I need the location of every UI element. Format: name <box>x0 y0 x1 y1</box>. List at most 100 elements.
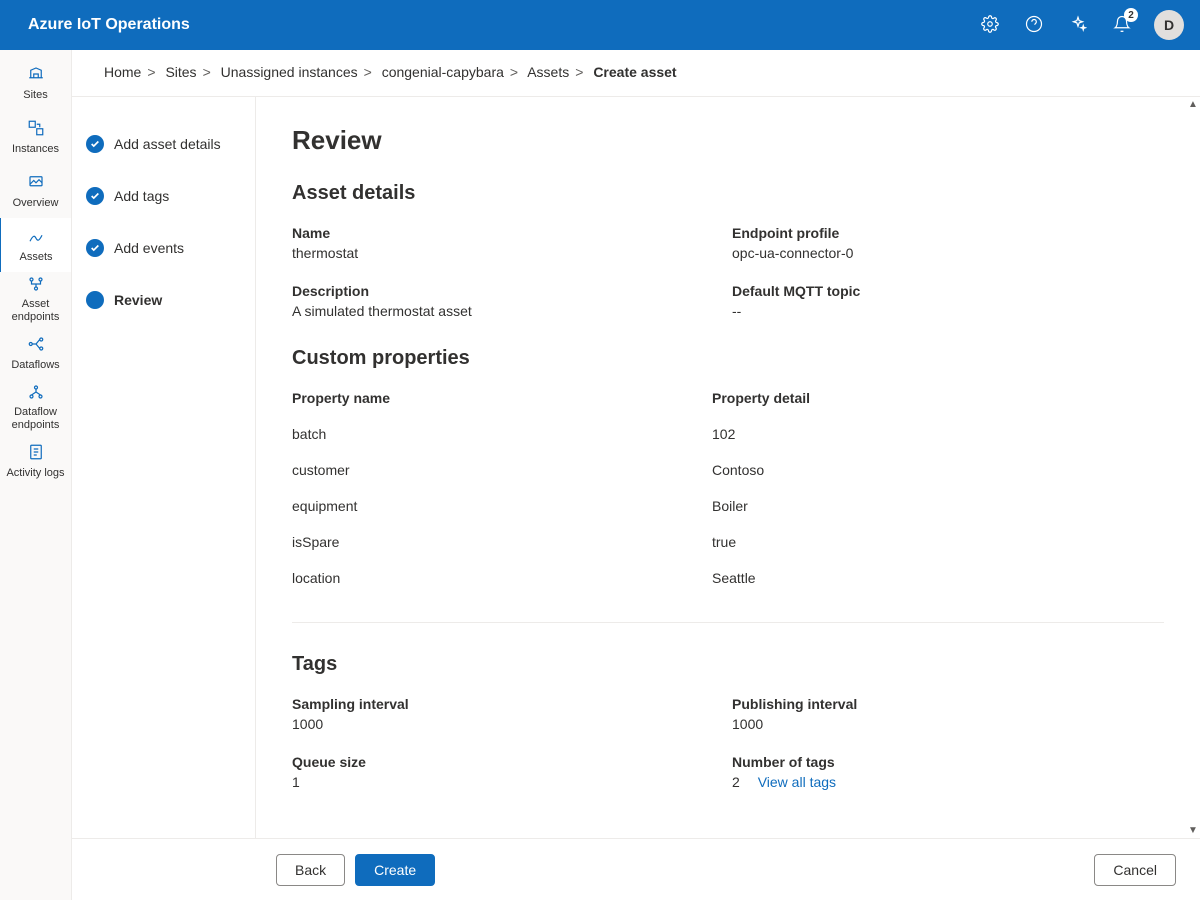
prop-row: customer Contoso <box>292 462 1164 478</box>
nav-label: Instances <box>12 143 59 155</box>
value-description: A simulated thermostat asset <box>292 303 712 319</box>
crumb-sep: > <box>510 64 518 80</box>
step-label: Add events <box>114 240 184 256</box>
crumb-instance[interactable]: congenial-capybara <box>382 64 504 80</box>
top-bar: Azure IoT Operations 2 D <box>0 0 1200 50</box>
crumb-home[interactable]: Home <box>104 64 141 80</box>
field-description: Description A simulated thermostat asset <box>292 283 712 319</box>
value-queue: 1 <box>292 774 712 790</box>
field-count: Number of tags 2 View all tags <box>732 754 1152 790</box>
create-button[interactable]: Create <box>355 854 435 886</box>
settings-button[interactable] <box>970 0 1010 50</box>
custom-properties-table: Property name Property detail batch 102 … <box>292 390 1164 623</box>
section-custom-properties: Custom properties <box>292 347 1164 370</box>
cancel-button[interactable]: Cancel <box>1094 854 1176 886</box>
prop-row: location Seattle <box>292 570 1164 586</box>
help-button[interactable] <box>1014 0 1054 50</box>
nav-assets[interactable]: Assets <box>0 218 71 272</box>
label-count: Number of tags <box>732 754 1152 770</box>
dataflow-endpoints-icon <box>27 383 45 404</box>
label-sampling: Sampling interval <box>292 696 712 712</box>
nav-asset-endpoints[interactable]: Asset endpoints <box>0 272 71 326</box>
step-add-asset-details[interactable]: Add asset details <box>82 127 245 161</box>
field-mqtt: Default MQTT topic -- <box>732 283 1152 319</box>
brand-title[interactable]: Azure IoT Operations <box>28 16 970 34</box>
nav-label: Activity logs <box>6 467 64 479</box>
check-icon <box>86 135 104 153</box>
crumb-sep: > <box>575 64 583 80</box>
nav-label: Dataflow endpoints <box>4 406 68 430</box>
prop-detail: Boiler <box>712 498 1132 514</box>
nav-label: Assets <box>19 251 52 263</box>
nav-dataflows[interactable]: Dataflows <box>0 326 71 380</box>
step-label: Review <box>114 292 162 308</box>
prop-detail: 102 <box>712 426 1132 442</box>
prop-name: customer <box>292 462 712 478</box>
crumb-sep: > <box>147 64 155 80</box>
step-label: Add tags <box>114 188 169 204</box>
crumb-sites[interactable]: Sites <box>165 64 196 80</box>
field-endpoint: Endpoint profile opc-ua-connector-0 <box>732 225 1152 261</box>
scroll-up-icon: ▲ <box>1186 97 1200 112</box>
prop-detail: Contoso <box>712 462 1132 478</box>
value-mqtt: -- <box>732 303 1152 319</box>
main-area: Home > Sites > Unassigned instances > conge… <box>72 50 1200 900</box>
notification-badge: 2 <box>1124 8 1138 22</box>
crumb-assets[interactable]: Assets <box>527 64 569 80</box>
prop-row: equipment Boiler <box>292 498 1164 514</box>
prop-name: location <box>292 570 712 586</box>
nav-label: Sites <box>23 89 47 101</box>
overview-icon <box>27 173 45 194</box>
page-title: Review <box>292 125 1164 156</box>
wizard-steps: Add asset details Add tags Add events Re… <box>72 97 256 838</box>
crumb-sep: > <box>364 64 372 80</box>
crumb-unassigned[interactable]: Unassigned instances <box>221 64 358 80</box>
section-asset-details: Asset details <box>292 182 1164 205</box>
crumb-sep: > <box>203 64 211 80</box>
nav-instances[interactable]: Instances <box>0 110 71 164</box>
prop-detail: true <box>712 534 1132 550</box>
prop-name: batch <box>292 426 712 442</box>
label-publishing: Publishing interval <box>732 696 1152 712</box>
value-publishing: 1000 <box>732 716 1152 732</box>
review-panel: Review Asset details Name thermostat End… <box>256 97 1200 838</box>
back-button[interactable]: Back <box>276 854 345 886</box>
nav-label: Overview <box>13 197 59 209</box>
field-sampling: Sampling interval 1000 <box>292 696 712 732</box>
value-name: thermostat <box>292 245 712 261</box>
field-name: Name thermostat <box>292 225 712 261</box>
nav-overview[interactable]: Overview <box>0 164 71 218</box>
current-step-icon <box>86 291 104 309</box>
gear-icon <box>981 15 999 36</box>
assets-icon <box>27 227 45 248</box>
crumb-current: Create asset <box>593 64 676 80</box>
notifications-button[interactable]: 2 <box>1102 0 1142 50</box>
section-tags: Tags <box>292 653 1164 676</box>
step-review[interactable]: Review <box>82 283 245 317</box>
nav-sites[interactable]: Sites <box>0 56 71 110</box>
breadcrumb: Home > Sites > Unassigned instances > conge… <box>72 50 1200 96</box>
view-all-tags-link[interactable]: View all tags <box>758 774 836 790</box>
nav-dataflow-endpoints[interactable]: Dataflow endpoints <box>0 380 71 434</box>
field-publishing: Publishing interval 1000 <box>732 696 1152 732</box>
label-queue: Queue size <box>292 754 712 770</box>
prop-name: equipment <box>292 498 712 514</box>
step-add-events[interactable]: Add events <box>82 231 245 265</box>
activity-logs-icon <box>27 443 45 464</box>
nav-activity-logs[interactable]: Activity logs <box>0 434 71 488</box>
label-description: Description <box>292 283 712 299</box>
check-icon <box>86 239 104 257</box>
left-nav: Sites Instances Overview Assets Asset en… <box>0 50 72 900</box>
scrollbar-track[interactable]: ▲ ▼ <box>1186 97 1200 838</box>
feedback-button[interactable] <box>1058 0 1098 50</box>
field-queue: Queue size 1 <box>292 754 712 790</box>
scroll-down-icon: ▼ <box>1186 823 1200 838</box>
label-endpoint: Endpoint profile <box>732 225 1152 241</box>
step-add-tags[interactable]: Add tags <box>82 179 245 213</box>
user-avatar[interactable]: D <box>1154 10 1184 40</box>
prop-detail: Seattle <box>712 570 1132 586</box>
help-icon <box>1025 15 1043 36</box>
topbar-actions: 2 D <box>970 0 1184 50</box>
value-sampling: 1000 <box>292 716 712 732</box>
asset-endpoints-icon <box>27 275 45 296</box>
